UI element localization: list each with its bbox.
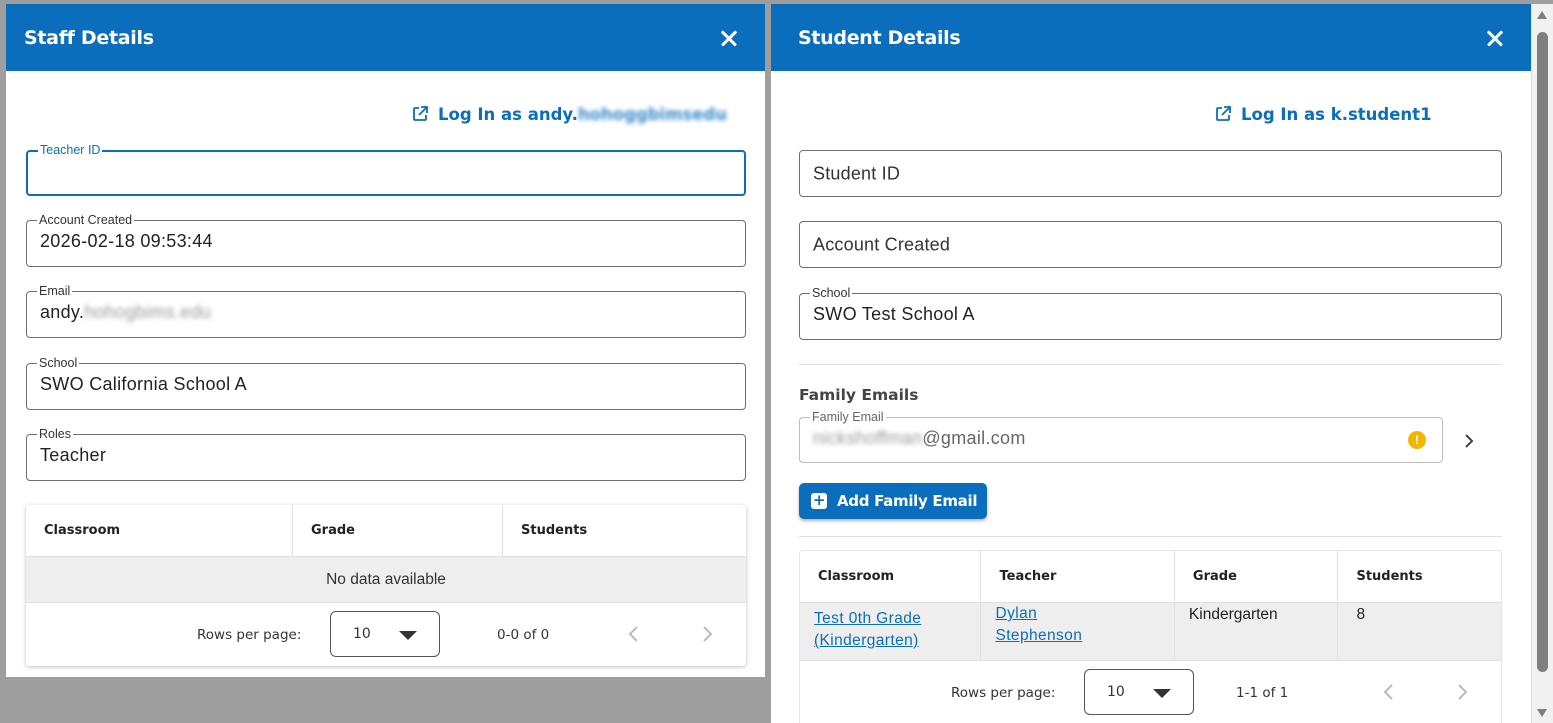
column-header[interactable]: Teacher <box>981 551 1175 602</box>
add-family-email-label: Add Family Email <box>837 492 978 510</box>
rows-per-page-value: 10 <box>353 626 371 642</box>
student-dialog-header: Student Details <box>771 4 1531 71</box>
family-email-expand-button[interactable] <box>1459 431 1479 451</box>
warning-icon: ! <box>1408 431 1426 449</box>
chevron-right-icon <box>1465 434 1474 448</box>
pagination-range: 1-1 of 1 <box>1236 684 1289 701</box>
caret-down-icon <box>399 631 417 640</box>
divider <box>799 364 1502 365</box>
email-obscured: hohogbims.edu <box>84 302 212 322</box>
staff-login-link[interactable]: Log In as andy.hohoggbimsedu <box>410 104 727 124</box>
chevron-right-icon <box>703 626 713 642</box>
school-field[interactable]: School SWO California School A <box>26 356 746 410</box>
scroll-up-icon[interactable] <box>1537 11 1547 19</box>
email-label: Email <box>37 284 73 298</box>
column-header[interactable]: Classroom <box>800 551 982 602</box>
roles-value: Teacher <box>40 445 107 465</box>
staff-dialog-title: Staff Details <box>24 26 154 49</box>
table-header: Classroom Grade Students <box>26 505 746 557</box>
scroll-down-icon[interactable] <box>1537 709 1547 717</box>
next-page-button[interactable] <box>697 624 717 644</box>
external-link-icon <box>1216 106 1231 121</box>
classroom-link[interactable]: (Kindergarten) <box>814 632 919 649</box>
classroom-link[interactable]: Test 0th Grade <box>814 610 921 627</box>
student-classroom-table: Classroom Teacher Grade Students Test 0t… <box>799 550 1502 723</box>
family-emails-heading: Family Emails <box>799 386 919 404</box>
classroom-cell: Test 0th Grade (Kindergarten) <box>800 603 982 660</box>
staff-dialog-header: Staff Details <box>6 4 765 71</box>
close-icon[interactable] <box>715 24 743 52</box>
student-details-dialog: Student Details Log In as k.student1 Stu… <box>771 4 1531 723</box>
roles-field[interactable]: Roles Teacher <box>26 427 746 481</box>
teacher-cell: Dylan Stephenson <box>981 603 1175 660</box>
teacher-id-label: Teacher ID <box>38 143 103 157</box>
account-created-field[interactable]: Account Created 2026-02-18 09:53:44 <box>26 213 746 267</box>
school-label: School <box>37 356 80 370</box>
rows-per-page-label: Rows per page: <box>197 626 302 643</box>
account-created-value: 2026-02-18 09:53:44 <box>40 231 213 251</box>
scroll-thumb[interactable] <box>1537 32 1548 672</box>
prev-page-button[interactable] <box>624 624 644 644</box>
table-header: Classroom Teacher Grade Students <box>800 551 1501 603</box>
rows-per-page-label: Rows per page: <box>951 684 1056 701</box>
teacher-id-field[interactable]: Teacher ID <box>26 143 746 196</box>
family-email-obscured: nickshoffman <box>813 428 923 448</box>
grade-cell: Kindergarten <box>1175 603 1339 660</box>
student-school-label: School <box>810 286 853 300</box>
school-value: SWO California School A <box>40 374 247 394</box>
column-header[interactable]: Students <box>1338 551 1501 602</box>
student-account-created-field[interactable]: Account Created <box>799 221 1502 268</box>
staff-login-obscured: hohoggbimsedu <box>577 104 727 124</box>
student-school-field[interactable]: School SWO Test School A <box>799 286 1502 340</box>
roles-label: Roles <box>37 427 73 441</box>
prev-page-button[interactable] <box>1379 682 1399 702</box>
table-footer: Rows per page: 10 0-0 of 0 <box>26 603 746 666</box>
family-email-field[interactable]: Family Email nickshoffman@gmail.com ! <box>799 410 1443 463</box>
rows-per-page-select[interactable]: 10 <box>330 611 440 657</box>
plus-icon: + <box>811 491 827 509</box>
caret-down-icon <box>1153 689 1171 698</box>
student-id-placeholder: Student ID <box>813 163 901 183</box>
student-login-label: Log In as k.student1 <box>1241 104 1432 124</box>
table-footer: Rows per page: 10 1-1 of 1 <box>800 661 1501 723</box>
vertical-scrollbar[interactable] <box>1531 4 1553 723</box>
pagination-range: 0-0 of 0 <box>497 626 550 643</box>
chevron-left-icon <box>1383 684 1393 700</box>
rows-per-page-value: 10 <box>1107 684 1125 700</box>
student-account-created-placeholder: Account Created <box>813 234 951 254</box>
family-email-label: Family Email <box>810 410 886 424</box>
student-id-field[interactable]: Student ID <box>799 150 1502 197</box>
chevron-left-icon <box>628 626 638 642</box>
no-data-message: No data available <box>26 557 746 603</box>
divider <box>799 536 1502 537</box>
staff-classroom-table: Classroom Grade Students No data availab… <box>26 505 746 666</box>
column-header[interactable]: Grade <box>293 505 503 556</box>
staff-details-dialog: Staff Details Log In as andy.hohoggbimse… <box>6 4 765 677</box>
column-header[interactable]: Grade <box>1175 551 1339 602</box>
teacher-link[interactable]: Stephenson <box>995 627 1082 644</box>
close-icon[interactable] <box>1481 24 1509 52</box>
email-field[interactable]: Email andy.hohogbims.edu <box>26 284 746 338</box>
next-page-button[interactable] <box>1452 682 1472 702</box>
chevron-right-icon <box>1458 684 1468 700</box>
staff-login-label: Log In as andy. <box>438 104 578 124</box>
column-header[interactable]: Students <box>503 505 746 556</box>
table-row: Test 0th Grade (Kindergarten) Dylan Step… <box>800 603 1501 661</box>
external-link-icon <box>413 106 428 121</box>
account-created-label: Account Created <box>37 213 135 227</box>
add-family-email-button[interactable]: + Add Family Email <box>799 483 988 519</box>
email-value: andy. <box>40 302 85 322</box>
students-cell: 8 <box>1356 606 1366 623</box>
rows-per-page-select[interactable]: 10 <box>1084 669 1194 715</box>
family-email-value: @gmail.com <box>922 428 1026 448</box>
student-school-value: SWO Test School A <box>813 304 975 324</box>
student-dialog-title: Student Details <box>798 26 961 49</box>
teacher-link[interactable]: Dylan <box>995 605 1037 622</box>
student-login-link[interactable]: Log In as k.student1 <box>1213 104 1432 124</box>
column-header[interactable]: Classroom <box>26 505 293 556</box>
